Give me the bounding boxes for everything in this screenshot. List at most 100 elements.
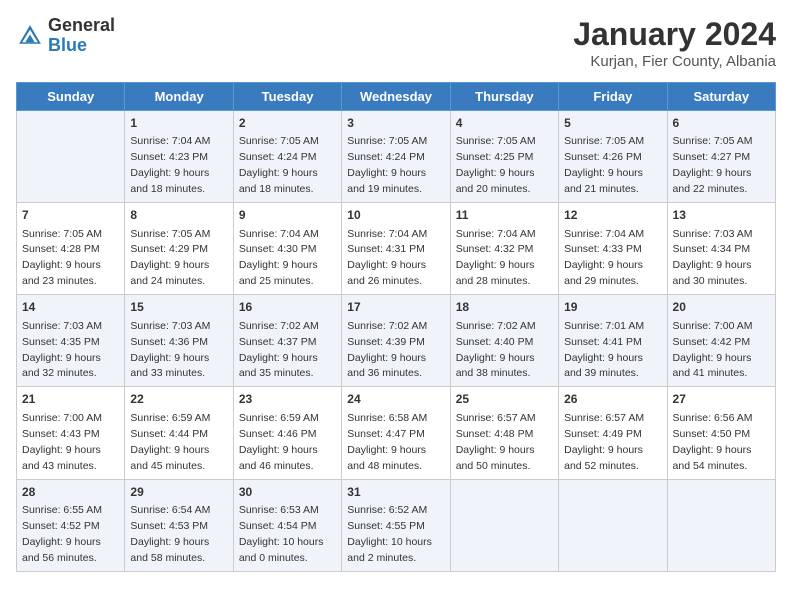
day-number: 6 — [673, 115, 770, 132]
day-number: 17 — [347, 299, 444, 316]
day-info: Sunrise: 7:02 AMSunset: 4:40 PMDaylight:… — [456, 320, 536, 380]
header-cell-wednesday: Wednesday — [342, 83, 450, 111]
day-info: Sunrise: 6:55 AMSunset: 4:52 PMDaylight:… — [22, 504, 102, 564]
day-cell: 7 Sunrise: 7:05 AMSunset: 4:28 PMDayligh… — [17, 203, 125, 295]
day-number: 7 — [22, 207, 119, 224]
day-cell: 26 Sunrise: 6:57 AMSunset: 4:49 PMDaylig… — [559, 387, 667, 479]
day-number: 2 — [239, 115, 336, 132]
day-info: Sunrise: 7:05 AMSunset: 4:24 PMDaylight:… — [347, 135, 427, 195]
day-cell — [667, 479, 775, 571]
day-info: Sunrise: 6:57 AMSunset: 4:49 PMDaylight:… — [564, 412, 644, 472]
header-cell-saturday: Saturday — [667, 83, 775, 111]
day-number: 28 — [22, 484, 119, 501]
day-cell: 17 Sunrise: 7:02 AMSunset: 4:39 PMDaylig… — [342, 295, 450, 387]
header-cell-friday: Friday — [559, 83, 667, 111]
header-cell-tuesday: Tuesday — [233, 83, 341, 111]
calendar-subtitle: Kurjan, Fier County, Albania — [573, 53, 776, 70]
week-row-4: 28 Sunrise: 6:55 AMSunset: 4:52 PMDaylig… — [17, 479, 776, 571]
day-info: Sunrise: 7:04 AMSunset: 4:33 PMDaylight:… — [564, 228, 644, 288]
day-number: 19 — [564, 299, 661, 316]
day-cell: 21 Sunrise: 7:00 AMSunset: 4:43 PMDaylig… — [17, 387, 125, 479]
day-number: 29 — [130, 484, 227, 501]
day-number: 20 — [673, 299, 770, 316]
calendar-table: SundayMondayTuesdayWednesdayThursdayFrid… — [16, 82, 776, 572]
day-info: Sunrise: 6:54 AMSunset: 4:53 PMDaylight:… — [130, 504, 210, 564]
day-info: Sunrise: 6:53 AMSunset: 4:54 PMDaylight:… — [239, 504, 324, 564]
day-info: Sunrise: 7:03 AMSunset: 4:36 PMDaylight:… — [130, 320, 210, 380]
day-cell: 9 Sunrise: 7:04 AMSunset: 4:30 PMDayligh… — [233, 203, 341, 295]
day-info: Sunrise: 6:57 AMSunset: 4:48 PMDaylight:… — [456, 412, 536, 472]
week-row-3: 21 Sunrise: 7:00 AMSunset: 4:43 PMDaylig… — [17, 387, 776, 479]
day-info: Sunrise: 7:05 AMSunset: 4:26 PMDaylight:… — [564, 135, 644, 195]
day-info: Sunrise: 7:00 AMSunset: 4:43 PMDaylight:… — [22, 412, 102, 472]
day-number: 31 — [347, 484, 444, 501]
page-header: General Blue January 2024 Kurjan, Fier C… — [16, 16, 776, 70]
week-row-0: 1 Sunrise: 7:04 AMSunset: 4:23 PMDayligh… — [17, 111, 776, 203]
day-number: 1 — [130, 115, 227, 132]
day-info: Sunrise: 7:02 AMSunset: 4:39 PMDaylight:… — [347, 320, 427, 380]
calendar-title: January 2024 — [573, 16, 776, 53]
day-cell — [17, 111, 125, 203]
day-number: 21 — [22, 391, 119, 408]
day-cell: 25 Sunrise: 6:57 AMSunset: 4:48 PMDaylig… — [450, 387, 558, 479]
day-cell: 18 Sunrise: 7:02 AMSunset: 4:40 PMDaylig… — [450, 295, 558, 387]
day-info: Sunrise: 6:59 AMSunset: 4:44 PMDaylight:… — [130, 412, 210, 472]
logo-general: General — [48, 15, 115, 35]
header-cell-monday: Monday — [125, 83, 233, 111]
day-cell: 31 Sunrise: 6:52 AMSunset: 4:55 PMDaylig… — [342, 479, 450, 571]
day-info: Sunrise: 6:59 AMSunset: 4:46 PMDaylight:… — [239, 412, 319, 472]
day-info: Sunrise: 7:03 AMSunset: 4:35 PMDaylight:… — [22, 320, 102, 380]
day-number: 18 — [456, 299, 553, 316]
day-cell: 1 Sunrise: 7:04 AMSunset: 4:23 PMDayligh… — [125, 111, 233, 203]
day-info: Sunrise: 7:04 AMSunset: 4:30 PMDaylight:… — [239, 228, 319, 288]
day-cell: 5 Sunrise: 7:05 AMSunset: 4:26 PMDayligh… — [559, 111, 667, 203]
day-cell: 2 Sunrise: 7:05 AMSunset: 4:24 PMDayligh… — [233, 111, 341, 203]
day-info: Sunrise: 7:04 AMSunset: 4:23 PMDaylight:… — [130, 135, 210, 195]
day-cell: 8 Sunrise: 7:05 AMSunset: 4:29 PMDayligh… — [125, 203, 233, 295]
day-cell: 12 Sunrise: 7:04 AMSunset: 4:33 PMDaylig… — [559, 203, 667, 295]
logo-text: General Blue — [48, 16, 115, 56]
day-number: 5 — [564, 115, 661, 132]
day-number: 25 — [456, 391, 553, 408]
day-cell — [559, 479, 667, 571]
day-cell: 24 Sunrise: 6:58 AMSunset: 4:47 PMDaylig… — [342, 387, 450, 479]
day-cell: 15 Sunrise: 7:03 AMSunset: 4:36 PMDaylig… — [125, 295, 233, 387]
day-cell: 27 Sunrise: 6:56 AMSunset: 4:50 PMDaylig… — [667, 387, 775, 479]
header-cell-thursday: Thursday — [450, 83, 558, 111]
header-row: SundayMondayTuesdayWednesdayThursdayFrid… — [17, 83, 776, 111]
day-cell: 6 Sunrise: 7:05 AMSunset: 4:27 PMDayligh… — [667, 111, 775, 203]
day-cell: 14 Sunrise: 7:03 AMSunset: 4:35 PMDaylig… — [17, 295, 125, 387]
day-number: 16 — [239, 299, 336, 316]
day-info: Sunrise: 6:56 AMSunset: 4:50 PMDaylight:… — [673, 412, 753, 472]
day-number: 3 — [347, 115, 444, 132]
day-info: Sunrise: 7:04 AMSunset: 4:32 PMDaylight:… — [456, 228, 536, 288]
day-cell: 11 Sunrise: 7:04 AMSunset: 4:32 PMDaylig… — [450, 203, 558, 295]
day-number: 9 — [239, 207, 336, 224]
day-cell: 22 Sunrise: 6:59 AMSunset: 4:44 PMDaylig… — [125, 387, 233, 479]
day-cell: 30 Sunrise: 6:53 AMSunset: 4:54 PMDaylig… — [233, 479, 341, 571]
day-info: Sunrise: 7:03 AMSunset: 4:34 PMDaylight:… — [673, 228, 753, 288]
day-number: 13 — [673, 207, 770, 224]
day-cell: 4 Sunrise: 7:05 AMSunset: 4:25 PMDayligh… — [450, 111, 558, 203]
day-cell: 13 Sunrise: 7:03 AMSunset: 4:34 PMDaylig… — [667, 203, 775, 295]
day-cell: 29 Sunrise: 6:54 AMSunset: 4:53 PMDaylig… — [125, 479, 233, 571]
day-number: 27 — [673, 391, 770, 408]
day-number: 11 — [456, 207, 553, 224]
day-info: Sunrise: 7:05 AMSunset: 4:27 PMDaylight:… — [673, 135, 753, 195]
day-info: Sunrise: 6:58 AMSunset: 4:47 PMDaylight:… — [347, 412, 427, 472]
day-info: Sunrise: 7:05 AMSunset: 4:25 PMDaylight:… — [456, 135, 536, 195]
day-number: 8 — [130, 207, 227, 224]
day-number: 4 — [456, 115, 553, 132]
day-cell: 20 Sunrise: 7:00 AMSunset: 4:42 PMDaylig… — [667, 295, 775, 387]
day-number: 30 — [239, 484, 336, 501]
day-number: 15 — [130, 299, 227, 316]
day-info: Sunrise: 7:01 AMSunset: 4:41 PMDaylight:… — [564, 320, 644, 380]
day-number: 14 — [22, 299, 119, 316]
header-cell-sunday: Sunday — [17, 83, 125, 111]
logo-icon — [16, 22, 44, 50]
title-block: January 2024 Kurjan, Fier County, Albani… — [573, 16, 776, 70]
day-number: 23 — [239, 391, 336, 408]
day-info: Sunrise: 7:00 AMSunset: 4:42 PMDaylight:… — [673, 320, 753, 380]
day-number: 24 — [347, 391, 444, 408]
week-row-1: 7 Sunrise: 7:05 AMSunset: 4:28 PMDayligh… — [17, 203, 776, 295]
